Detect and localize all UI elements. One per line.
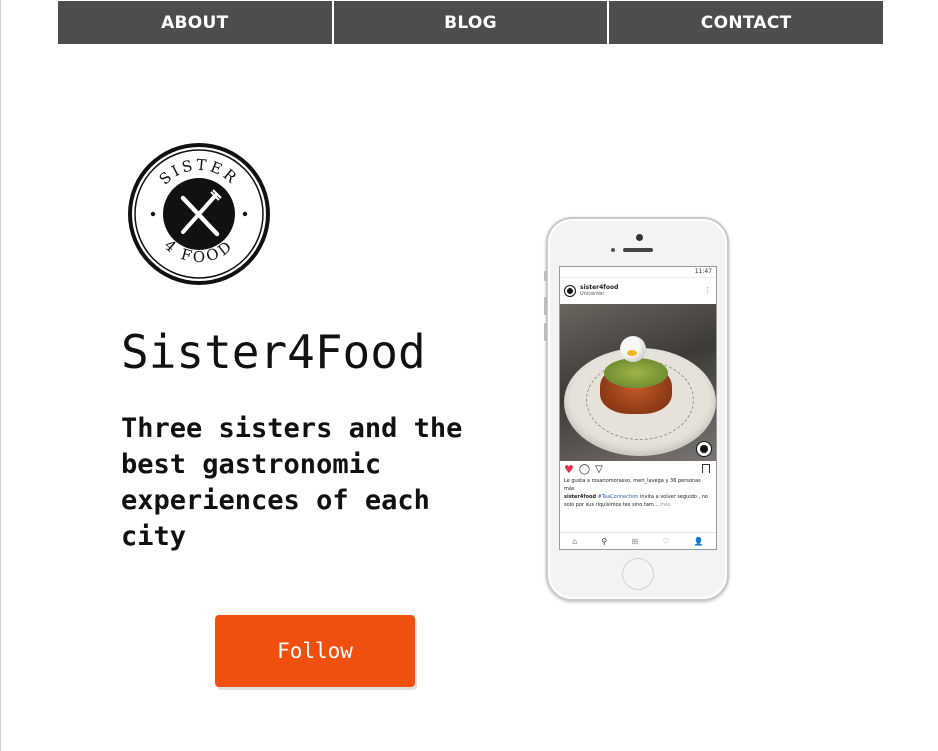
phone-volume-up <box>544 297 547 315</box>
more-options-icon: ⋮ <box>704 286 711 294</box>
search-icon: ⚲ <box>601 536 608 546</box>
app-tab-bar: ⌂ ⚲ ⊞ ♡ 👤 <box>560 532 716 549</box>
status-time: 11:47 <box>694 268 712 275</box>
add-post-icon: ⊞ <box>631 536 639 546</box>
post-user-block: sister4food Unicenter <box>580 284 618 298</box>
profile-icon: 👤 <box>693 536 704 546</box>
phone-volume-down <box>544 323 547 341</box>
activity-heart-icon: ♡ <box>662 536 670 546</box>
nav-blog[interactable]: BLOG <box>333 1 610 44</box>
avatar <box>564 285 576 297</box>
caption-more: más <box>660 502 671 508</box>
top-nav: ABOUT BLOG CONTACT <box>58 1 884 44</box>
heart-icon: ♥ <box>564 462 574 476</box>
fork-knife-icon <box>163 178 235 250</box>
caption-user: sister4food <box>564 494 597 500</box>
caption-text: invita a volver seguido <box>640 494 697 500</box>
post-location: Unicenter <box>580 291 605 297</box>
phone-speaker <box>623 248 653 252</box>
share-icon: ▽ <box>595 463 603 475</box>
post-photo <box>560 304 716 461</box>
phone-sensor <box>611 248 615 252</box>
caption-tag: #TeaConnection <box>597 494 639 500</box>
post-actions: ♥ ◯ ▽ <box>560 461 716 477</box>
logo-badge-icon <box>696 441 712 457</box>
post-username: sister4food <box>580 284 619 291</box>
status-bar: 11:47 <box>560 267 716 278</box>
page-title: Sister4Food <box>121 325 426 379</box>
post-header: sister4food Unicenter ⋮ <box>560 278 716 304</box>
phone-camera <box>636 234 643 241</box>
nav-about[interactable]: ABOUT <box>58 1 334 44</box>
phone-mockup: 11:47 sister4food Unicenter ⋮ ♥ ◯ ▽ Le g… <box>544 217 729 601</box>
phone-home-button <box>622 558 654 590</box>
post-caption: sister4food #TeaConnection invita a volv… <box>560 493 716 509</box>
home-icon: ⌂ <box>572 536 578 546</box>
follow-button[interactable]: Follow <box>215 615 415 687</box>
sister4food-logo: SISTER 4 FOOD <box>128 143 270 285</box>
phone-screen: 11:47 sister4food Unicenter ⋮ ♥ ◯ ▽ Le g… <box>559 266 717 550</box>
nav-contact[interactable]: CONTACT <box>609 1 884 44</box>
comment-icon: ◯ <box>578 463 591 475</box>
phone-mute-switch <box>544 271 547 281</box>
tagline: Three sisters and the best gastronomic e… <box>121 413 463 552</box>
likes-text: Le gusta a rosariomorasso, meri_lavega y… <box>564 478 701 492</box>
page-left-border <box>0 0 1 751</box>
bookmark-icon <box>702 464 710 473</box>
